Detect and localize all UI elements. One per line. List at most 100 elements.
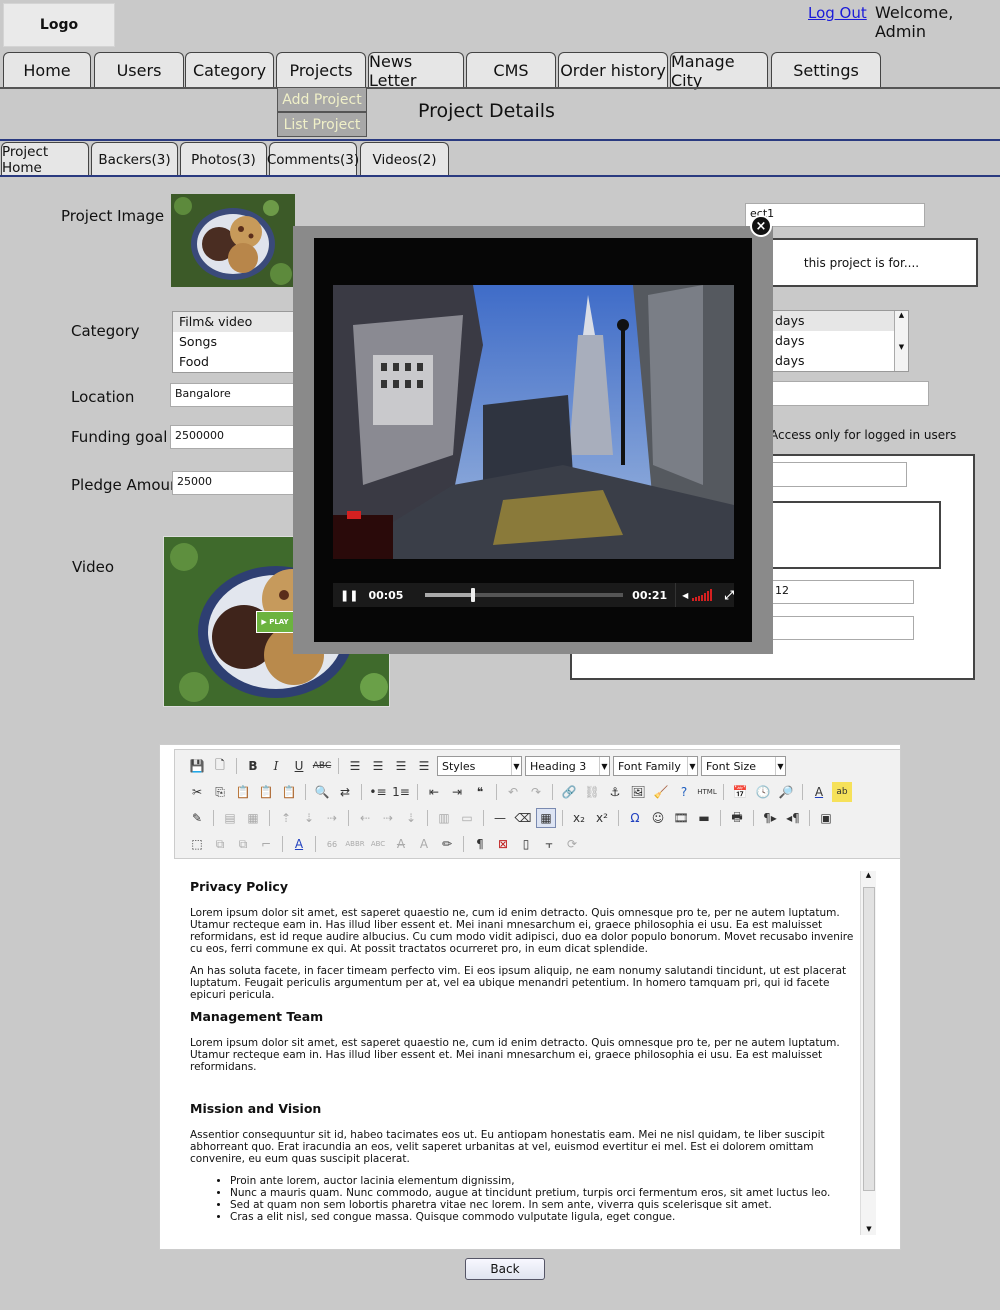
fullscreen-editor-icon[interactable]: ▣ bbox=[816, 808, 836, 828]
visual-aid-icon[interactable]: ▦ bbox=[536, 808, 556, 828]
edit-icon[interactable]: ✎ bbox=[187, 808, 207, 828]
menu-item-list-project[interactable]: List Project bbox=[277, 112, 367, 137]
funding-goal-input[interactable]: 2500000 bbox=[170, 425, 296, 449]
volume-icon[interactable]: ◀ bbox=[682, 591, 688, 600]
insert-time-icon[interactable]: 🕓 bbox=[753, 782, 773, 802]
editor-content[interactable]: Privacy Policy Lorem ipsum dolor sit ame… bbox=[174, 863, 876, 1239]
subtab-project-home[interactable]: Project Home bbox=[1, 142, 89, 176]
flash-icon[interactable]: ▬ bbox=[694, 808, 714, 828]
nav-tab-settings[interactable]: Settings bbox=[771, 52, 881, 88]
split-cells-icon[interactable]: ▥ bbox=[434, 808, 454, 828]
bullet-list-icon[interactable]: •≡ bbox=[368, 782, 388, 802]
underline-icon[interactable]: U bbox=[289, 756, 309, 776]
location-input[interactable]: Bangalore bbox=[170, 383, 296, 407]
back-button[interactable]: Back bbox=[465, 1258, 545, 1280]
insert-text-icon[interactable]: A bbox=[414, 834, 434, 854]
duration-option[interactable]: days bbox=[769, 311, 908, 331]
media-icon[interactable]: 🎞 bbox=[671, 808, 691, 828]
layer-icon[interactable]: ⬚ bbox=[187, 834, 207, 854]
category-listbox[interactable]: Film& video Songs Food bbox=[172, 311, 296, 373]
superscript-icon[interactable]: x² bbox=[592, 808, 612, 828]
scroll-up-icon[interactable]: ▲ bbox=[861, 871, 876, 879]
pledge-amount-input[interactable]: 25000 bbox=[172, 471, 296, 495]
category-option[interactable]: Film& video bbox=[173, 312, 295, 332]
horizontal-rule-icon[interactable]: — bbox=[490, 808, 510, 828]
cite-icon[interactable]: 66 bbox=[322, 834, 342, 854]
editor-scrollbar[interactable]: ▲ ▼ bbox=[860, 871, 876, 1235]
subtab-comments[interactable]: Comments(3) bbox=[267, 142, 359, 176]
insert-col-before-icon[interactable]: ⇠ bbox=[355, 808, 375, 828]
align-right-icon[interactable]: ☰ bbox=[391, 756, 411, 776]
table-cell-props-icon[interactable]: ▦ bbox=[243, 808, 263, 828]
nav-tab-cms[interactable]: CMS bbox=[466, 52, 556, 88]
duration-option[interactable]: days bbox=[769, 351, 908, 371]
show-blocks-icon[interactable]: ¶ bbox=[470, 834, 490, 854]
blockquote-icon[interactable]: ❝ bbox=[470, 782, 490, 802]
project-description-box[interactable]: this project is for.... bbox=[745, 238, 978, 287]
replace-icon[interactable]: ⇄ bbox=[335, 782, 355, 802]
date-input[interactable]: 12 bbox=[770, 580, 914, 604]
absolute-icon[interactable]: ⌐ bbox=[256, 834, 276, 854]
nav-tab-order-history[interactable]: Order history bbox=[558, 52, 668, 88]
anchor-icon[interactable]: ⚓ bbox=[605, 782, 625, 802]
nav-tab-newsletter[interactable]: News Letter bbox=[368, 52, 464, 90]
cut-icon[interactable]: ✂ bbox=[187, 782, 207, 802]
eraser-icon[interactable]: ⌫ bbox=[513, 808, 533, 828]
strikethrough-icon[interactable]: ABC bbox=[312, 756, 332, 776]
merge-cells-icon[interactable]: ▭ bbox=[457, 808, 477, 828]
delete-row-icon[interactable]: ⇢ bbox=[322, 808, 342, 828]
page-break-icon[interactable]: ⫟ bbox=[539, 834, 559, 854]
help-icon[interactable]: ? bbox=[674, 782, 694, 802]
nav-tab-home[interactable]: Home bbox=[3, 52, 91, 88]
numbered-list-icon[interactable]: 1≡ bbox=[391, 782, 411, 802]
indent-icon[interactable]: ⇥ bbox=[447, 782, 467, 802]
abbr-icon[interactable]: ABBR bbox=[345, 834, 365, 854]
delete-col-icon[interactable]: ⇣ bbox=[401, 808, 421, 828]
logout-link[interactable]: Log Out bbox=[808, 4, 867, 22]
non-breaking-icon[interactable]: ⊠ bbox=[493, 834, 513, 854]
project-title-input[interactable]: ect1 bbox=[745, 203, 925, 227]
volume-meter[interactable] bbox=[692, 589, 713, 601]
insert-row-before-icon[interactable]: ⇡ bbox=[276, 808, 296, 828]
align-justify-icon[interactable]: ☰ bbox=[414, 756, 434, 776]
emoticon-icon[interactable]: ☺ bbox=[648, 808, 668, 828]
category-option[interactable]: Food bbox=[173, 352, 295, 372]
seek-bar[interactable] bbox=[425, 588, 624, 602]
insert-row-after-icon[interactable]: ⇣ bbox=[299, 808, 319, 828]
link-icon[interactable]: 🔗 bbox=[559, 782, 579, 802]
align-left-icon[interactable]: ☰ bbox=[345, 756, 365, 776]
video-frame[interactable] bbox=[333, 285, 734, 559]
undo-icon[interactable]: ↶ bbox=[503, 782, 523, 802]
html-icon[interactable]: HTML bbox=[697, 782, 717, 802]
ltr-icon[interactable]: ¶▸ bbox=[760, 808, 780, 828]
table-row-props-icon[interactable]: ▤ bbox=[220, 808, 240, 828]
paste-word-icon[interactable]: 📋 bbox=[279, 782, 299, 802]
paste-icon[interactable]: 📋 bbox=[233, 782, 253, 802]
save-icon[interactable]: 💾 bbox=[187, 756, 207, 776]
play-badge[interactable]: ▶ PLAY bbox=[256, 611, 294, 633]
template-icon[interactable]: ▯ bbox=[516, 834, 536, 854]
close-icon[interactable]: × bbox=[750, 215, 772, 237]
highlight-color-icon[interactable]: ab bbox=[832, 782, 852, 802]
find-icon[interactable]: 🔍 bbox=[312, 782, 332, 802]
attributes-icon[interactable]: ✏ bbox=[437, 834, 457, 854]
pause-icon[interactable]: ❚❚ bbox=[340, 589, 358, 602]
cleanup-icon[interactable]: 🧹 bbox=[651, 782, 671, 802]
insert-date-icon[interactable]: 📅 bbox=[730, 782, 750, 802]
print-icon[interactable]: 🖶 bbox=[727, 808, 747, 828]
right-input-3[interactable] bbox=[770, 616, 914, 640]
new-document-icon[interactable]: 🗋 bbox=[210, 756, 230, 776]
duration-listbox[interactable]: days days days ▲ ▼ bbox=[768, 310, 909, 372]
category-option[interactable]: Songs bbox=[173, 332, 295, 352]
image-icon[interactable]: 🖼 bbox=[628, 782, 648, 802]
text-color-icon[interactable]: A bbox=[809, 782, 829, 802]
right-textarea[interactable] bbox=[770, 501, 941, 569]
font-family-select[interactable]: Font Family ▼ bbox=[613, 756, 698, 776]
right-input-2[interactable] bbox=[770, 462, 907, 487]
unlink-icon[interactable]: ⛓ bbox=[582, 782, 602, 802]
subtab-backers[interactable]: Backers(3) bbox=[91, 142, 178, 176]
subscript-icon[interactable]: x₂ bbox=[569, 808, 589, 828]
restore-draft-icon[interactable]: ⟳ bbox=[562, 834, 582, 854]
subtab-videos[interactable]: Videos(2) bbox=[360, 142, 449, 176]
rtl-icon[interactable]: ◂¶ bbox=[783, 808, 803, 828]
